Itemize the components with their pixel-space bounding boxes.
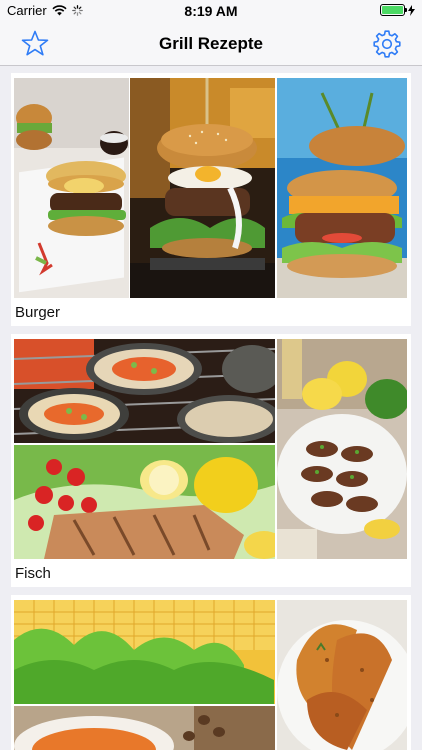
category-card-burger[interactable]: Burger xyxy=(11,73,411,326)
settings-button[interactable] xyxy=(371,28,403,60)
category-title-fisch: Fisch xyxy=(15,565,51,582)
category-title-burger: Burger xyxy=(15,304,61,321)
gemuese-photo-3 xyxy=(277,600,407,750)
navigation-bar: Grill Rezepte xyxy=(0,22,422,66)
fisch-photo-3 xyxy=(277,339,407,559)
gear-icon xyxy=(373,30,401,58)
burger-photo-3 xyxy=(277,78,407,298)
charging-bolt-icon xyxy=(408,4,415,16)
category-card-gemuese[interactable] xyxy=(11,595,411,750)
gemuese-photo-1 xyxy=(14,600,275,704)
battery-icon xyxy=(380,4,407,16)
category-card-fisch[interactable]: Fisch xyxy=(11,334,411,587)
burger-photo-1 xyxy=(14,78,129,298)
status-right xyxy=(380,4,415,16)
status-time: 8:19 AM xyxy=(184,3,238,19)
gemuese-photo-2 xyxy=(14,706,275,750)
status-bar: Carrier 8:19 AM xyxy=(0,0,422,22)
page-title: Grill Rezepte xyxy=(159,34,263,53)
burger-photo-2 xyxy=(130,78,275,298)
fisch-photo-2 xyxy=(14,445,275,559)
fisch-photo-1 xyxy=(14,339,275,443)
